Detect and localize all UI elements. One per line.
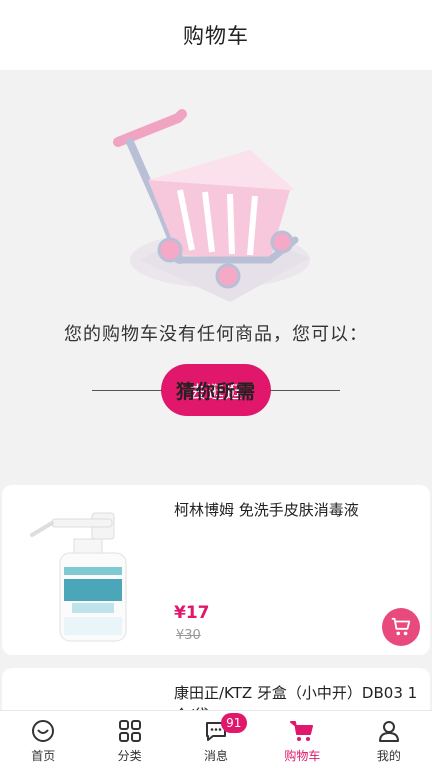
bottom-tab-bar: 首页 分类 91 消息 购物车 我的 (0, 710, 432, 768)
profile-icon (378, 720, 399, 742)
message-count-badge: 91 (220, 713, 247, 733)
cart-icon (290, 720, 314, 741)
tab-label: 消息 (204, 748, 229, 763)
page-title: 购物车 (183, 24, 249, 48)
tab-label: 购物车 (284, 748, 321, 763)
tab-label: 我的 (376, 748, 401, 763)
tab-cart[interactable]: 购物车 (259, 711, 345, 768)
product-original-price: ¥30 (176, 628, 201, 643)
add-to-cart-button[interactable] (382, 608, 420, 646)
tab-label: 首页 (31, 748, 56, 763)
cart-icon (391, 617, 411, 636)
product-card[interactable]: 柯林博姆 免洗手皮肤消毒液 ¥17 ¥30 (2, 485, 430, 655)
product-name: 柯林博姆 免洗手皮肤消毒液 (174, 501, 359, 519)
tab-home[interactable]: 首页 (0, 711, 86, 768)
category-icon (118, 719, 141, 742)
product-image (30, 512, 127, 642)
divider-left (91, 389, 162, 391)
recommend-header: 猜你所需 (0, 378, 432, 403)
tab-profile[interactable]: 我的 (346, 711, 432, 768)
top-bar: 购物车 (0, 0, 432, 70)
home-icon (32, 719, 55, 742)
product-price: ¥17 (174, 603, 210, 623)
divider-right (270, 389, 340, 391)
tab-label: 分类 (117, 748, 142, 763)
tab-category[interactable]: 分类 (86, 711, 172, 768)
empty-cart-illustration (113, 109, 310, 302)
recommend-title: 猜你所需 (175, 380, 256, 403)
empty-cart-message: 您的购物车没有任何商品，您可以： (64, 324, 368, 345)
tab-messages[interactable]: 91 消息 (173, 711, 259, 768)
